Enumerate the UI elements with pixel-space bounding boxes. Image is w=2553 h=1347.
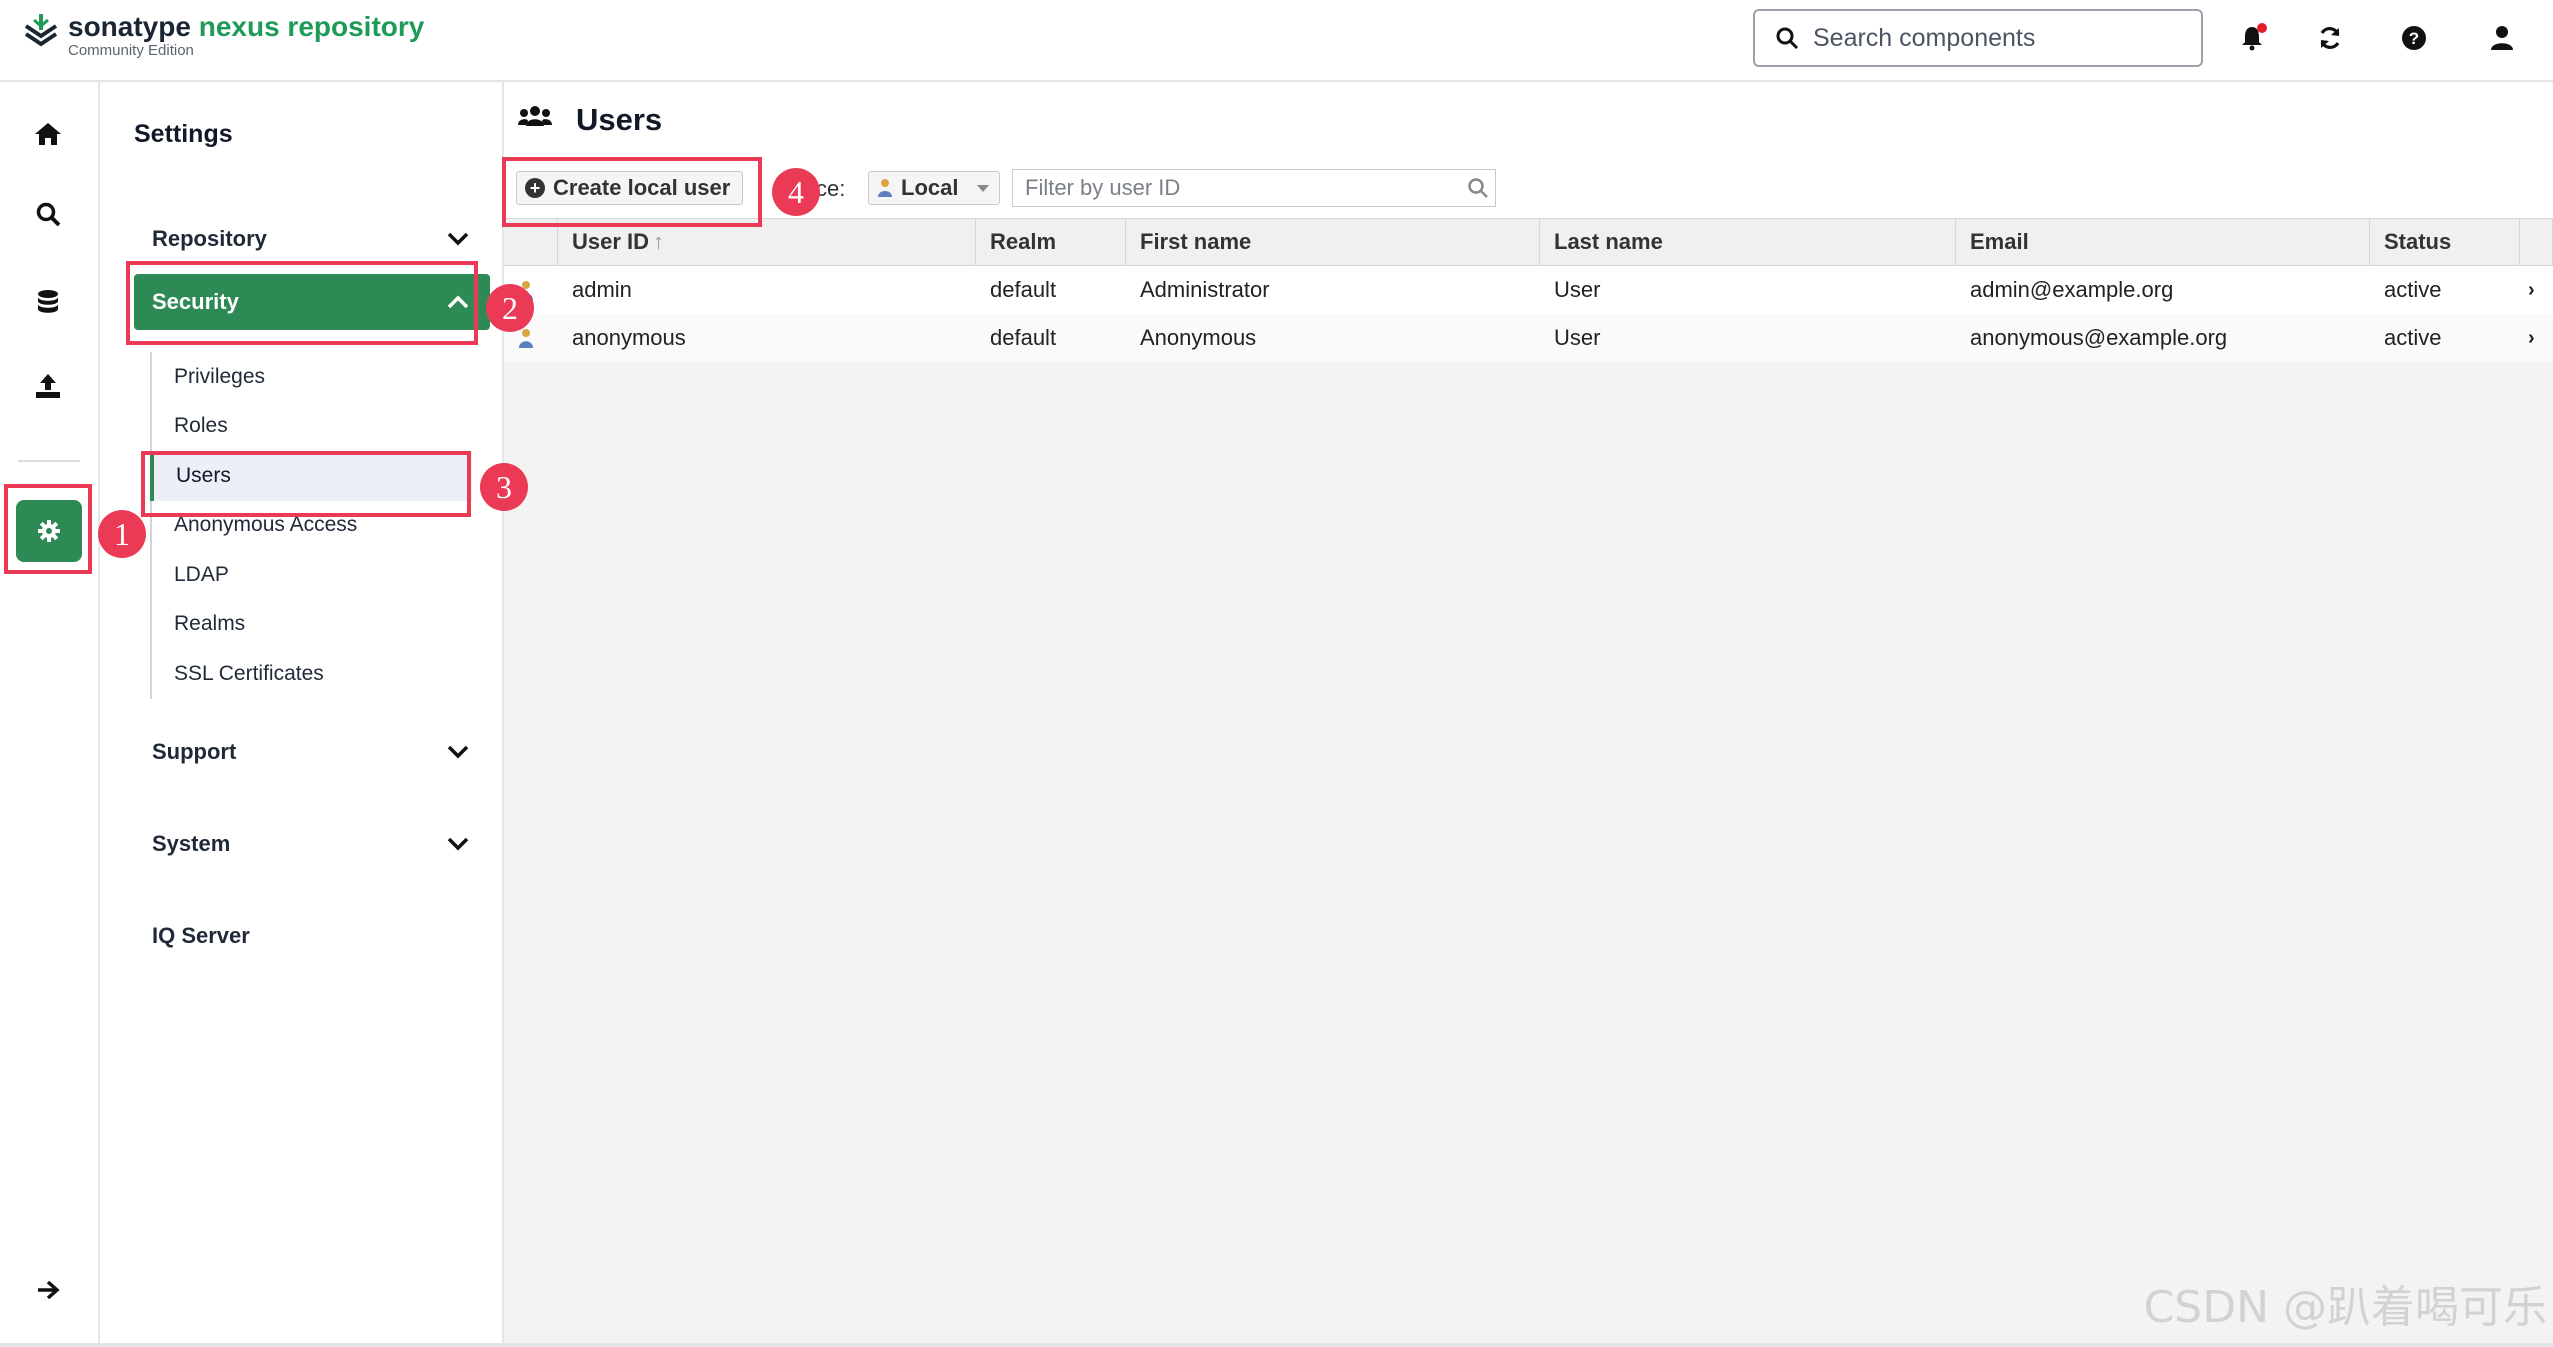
page-header: Users [504, 82, 2553, 162]
rail-search[interactable] [30, 196, 66, 232]
notifications-button[interactable] [2234, 20, 2270, 56]
arrow-right-icon [38, 1280, 60, 1300]
cell-last-name: User [1554, 277, 1601, 302]
nav-group-label: IQ Server [152, 923, 250, 948]
cell-realm: default [990, 277, 1057, 302]
brand-name: sonatype [68, 11, 191, 42]
cell-user-id: anonymous [572, 325, 686, 350]
cell-first-name: Administrator [1140, 277, 1270, 302]
rail-upload[interactable] [30, 368, 66, 404]
column-last-name[interactable]: Last name [1540, 219, 1956, 265]
chevron-right-icon[interactable]: › [2520, 314, 2553, 362]
database-icon [38, 290, 58, 313]
search-icon [1776, 27, 1799, 50]
left-rail [0, 82, 100, 1347]
nav-item-realms[interactable]: Realms [152, 600, 472, 650]
brand-title: sonatype nexus repository [68, 12, 424, 42]
column-first-name[interactable]: First name [1126, 219, 1540, 265]
source-value: Local [901, 175, 959, 200]
cell-email: admin@example.org [1970, 277, 2174, 302]
sort-ascending-icon: ↑ [653, 229, 665, 254]
top-header: sonatype nexus repository Community Edit… [0, 0, 2553, 82]
edition-label: Community Edition [68, 42, 194, 59]
svg-text:?: ? [2409, 29, 2419, 48]
rail-home[interactable] [30, 116, 66, 152]
user-icon [2491, 26, 2513, 50]
nav-group-repository[interactable]: Repository [134, 211, 490, 267]
main-content: Users + Create local user ce: Local User… [504, 82, 2553, 1347]
refresh-icon [2320, 27, 2340, 49]
search-input[interactable] [1811, 22, 2195, 54]
user-icon [878, 179, 892, 197]
page-title: Users [576, 102, 663, 137]
chevron-down-icon [444, 830, 472, 858]
help-icon: ? [2402, 26, 2426, 50]
highlight-users [141, 451, 471, 517]
cell-realm: default [990, 325, 1057, 350]
upload-icon [36, 374, 60, 398]
refresh-button[interactable] [2312, 20, 2348, 56]
caret-down-icon [977, 184, 989, 192]
nav-group-label: System [152, 831, 231, 856]
filter-field[interactable] [1012, 169, 1496, 207]
highlight-security [126, 261, 478, 345]
security-submenu: Privileges Roles Users Anonymous Access … [150, 352, 472, 699]
highlight-create-button [502, 157, 762, 227]
annotation-badge-1: 1 [98, 510, 146, 558]
search-icon [36, 202, 61, 227]
nav-item-ssl-certificates[interactable]: SSL Certificates [152, 649, 472, 699]
cell-status: active [2384, 277, 2442, 302]
table-row[interactable]: admin default Administrator User admin@e… [504, 266, 2553, 314]
column-realm[interactable]: Realm [976, 219, 1126, 265]
logo[interactable]: sonatype nexus repository Community Edit… [22, 12, 424, 60]
users-table: User ID ↑ Realm First name Last name Ema… [504, 218, 2553, 362]
cell-email: anonymous@example.org [1970, 325, 2228, 350]
chevron-down-icon [444, 738, 472, 766]
filter-input[interactable] [1023, 174, 1447, 202]
nav-group-label: Support [152, 739, 237, 764]
nav-group-iq-server[interactable]: IQ Server [134, 908, 490, 964]
brand-product: nexus repository [198, 11, 425, 42]
annotation-badge-3: 3 [480, 463, 528, 511]
user-icon [519, 329, 533, 348]
users-icon [518, 106, 552, 126]
column-actions [2520, 219, 2553, 265]
chevron-right-icon[interactable]: › [2520, 266, 2553, 314]
watermark: CSDN @趴着喝可乐 [2143, 1282, 2547, 1333]
cell-first-name: Anonymous [1140, 325, 1257, 350]
table-header: User ID ↑ Realm First name Last name Ema… [504, 218, 2553, 266]
cell-last-name: User [1554, 325, 1601, 350]
column-email[interactable]: Email [1956, 219, 2370, 265]
nav-title: Settings [134, 120, 233, 148]
bottom-border [0, 1343, 2553, 1347]
source-select[interactable]: Local [868, 171, 1000, 205]
search-icon [1468, 178, 1488, 198]
sonatype-logo-icon [24, 14, 58, 47]
nav-group-system[interactable]: System [134, 816, 490, 872]
rail-browse[interactable] [30, 284, 66, 320]
column-label: User ID [572, 229, 650, 254]
nav-item-roles[interactable]: Roles [152, 402, 472, 452]
home-icon [35, 123, 61, 145]
rail-divider [18, 460, 80, 462]
source-label: ce: [816, 176, 846, 201]
search-components[interactable] [1753, 9, 2203, 67]
chevron-down-icon [444, 225, 472, 253]
highlight-settings [4, 484, 92, 574]
nav-group-support[interactable]: Support [134, 724, 490, 780]
annotation-badge-2: 2 [486, 284, 534, 332]
table-row[interactable]: anonymous default Anonymous User anonymo… [504, 314, 2553, 362]
rail-expand[interactable] [30, 1272, 66, 1308]
nav-item-ldap[interactable]: LDAP [152, 550, 472, 600]
nav-item-privileges[interactable]: Privileges [152, 352, 472, 402]
column-status[interactable]: Status [2370, 219, 2520, 265]
help-button[interactable]: ? [2396, 20, 2432, 56]
cell-user-id: admin [572, 277, 632, 302]
annotation-badge-4: 4 [772, 168, 820, 216]
user-menu-button[interactable] [2484, 20, 2520, 56]
notification-dot [2257, 23, 2267, 33]
nav-group-label: Repository [152, 226, 267, 251]
cell-status: active [2384, 325, 2442, 350]
